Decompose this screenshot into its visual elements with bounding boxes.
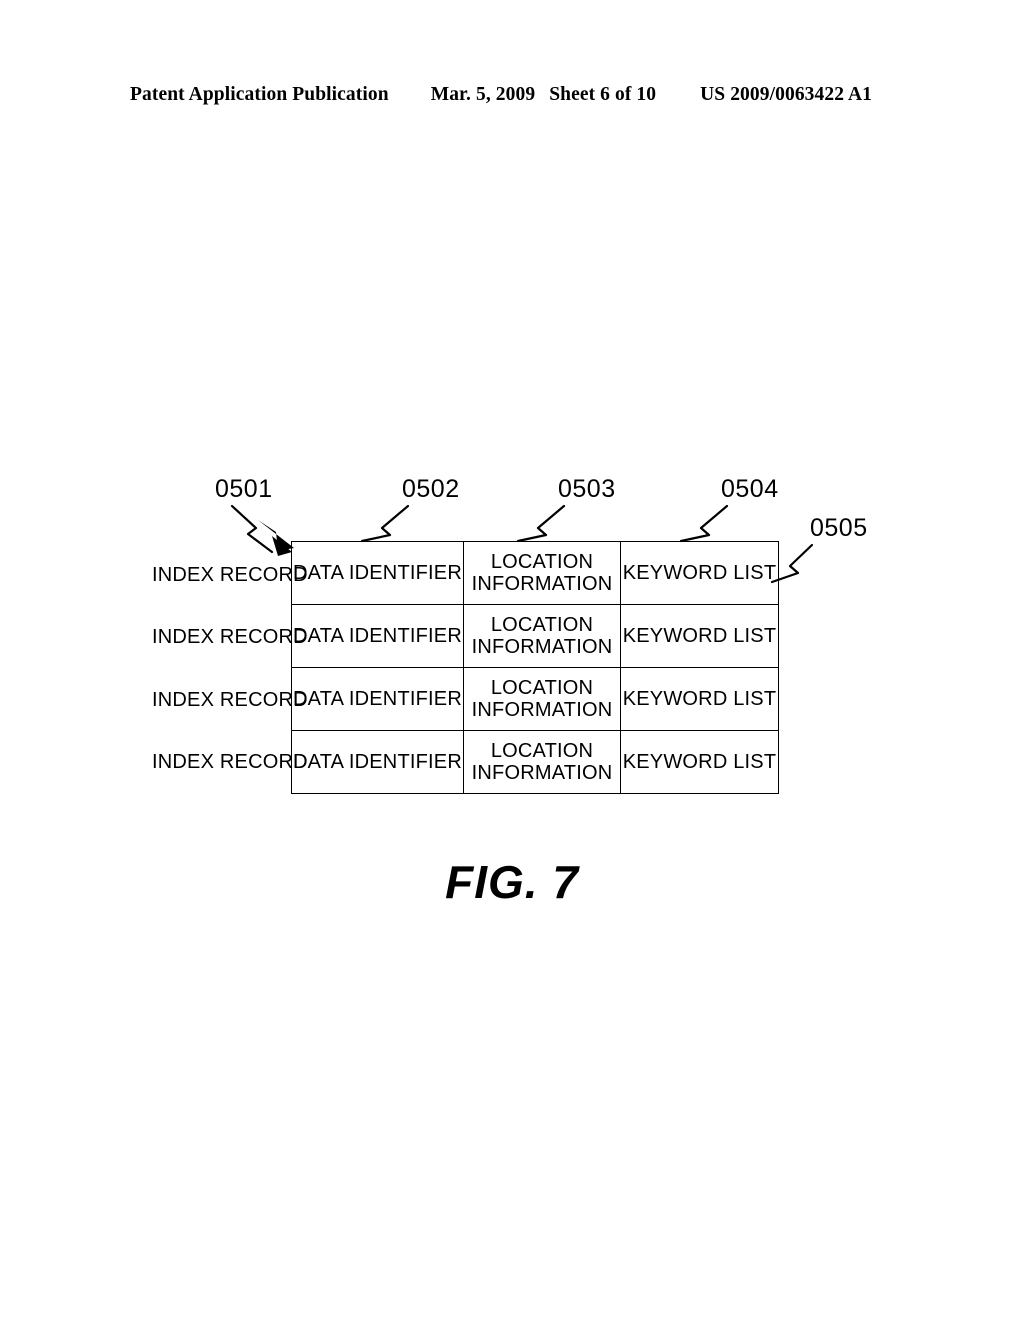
cell-data-identifier: DATA IDENTIFIER bbox=[291, 604, 464, 668]
cell-keyword-list: KEYWORD LIST bbox=[620, 604, 779, 668]
table-row: DATA IDENTIFIER LOCATION INFORMATION KEY… bbox=[291, 541, 779, 605]
location-line-2: INFORMATION bbox=[471, 573, 613, 595]
reference-numeral-0501: 0501 bbox=[215, 475, 273, 503]
reference-numeral-0504: 0504 bbox=[721, 475, 779, 503]
cell-location-information: LOCATION INFORMATION bbox=[463, 730, 621, 794]
leader-0501-arrow bbox=[230, 504, 294, 556]
location-line-1: LOCATION bbox=[490, 550, 594, 573]
cell-data-identifier: DATA IDENTIFIER bbox=[291, 730, 464, 794]
location-line-1: LOCATION bbox=[490, 613, 594, 636]
cell-keyword-list: KEYWORD LIST bbox=[620, 667, 779, 731]
table-row: DATA IDENTIFIER LOCATION INFORMATION KEY… bbox=[291, 604, 779, 668]
reference-numeral-0502: 0502 bbox=[402, 475, 460, 503]
location-line-1: LOCATION bbox=[490, 739, 594, 762]
cell-location-information: LOCATION INFORMATION bbox=[463, 667, 621, 731]
cell-location-information: LOCATION INFORMATION bbox=[463, 541, 621, 605]
cell-keyword-list: KEYWORD LIST bbox=[620, 541, 779, 605]
row-label-index-record-4: INDEX RECORD bbox=[152, 751, 308, 773]
figure-caption: FIG. 7 bbox=[445, 856, 579, 908]
figure-7: 0501 0502 0503 0504 0505 INDEX RECORD IN… bbox=[0, 0, 1024, 1320]
location-line-2: INFORMATION bbox=[471, 636, 613, 658]
leader-0503 bbox=[516, 504, 566, 543]
location-line-2: INFORMATION bbox=[471, 762, 613, 784]
cell-data-identifier: DATA IDENTIFIER bbox=[291, 667, 464, 731]
row-label-index-record-2: INDEX RECORD bbox=[152, 626, 308, 648]
leader-0502 bbox=[360, 504, 410, 543]
reference-numeral-0505: 0505 bbox=[810, 514, 868, 542]
cell-data-identifier: DATA IDENTIFIER bbox=[291, 541, 464, 605]
row-label-index-record-3: INDEX RECORD bbox=[152, 689, 308, 711]
row-label-index-record-1: INDEX RECORD bbox=[152, 564, 308, 586]
leader-0504 bbox=[679, 504, 729, 543]
cell-location-information: LOCATION INFORMATION bbox=[463, 604, 621, 668]
reference-numeral-0503: 0503 bbox=[558, 475, 616, 503]
table-row: DATA IDENTIFIER LOCATION INFORMATION KEY… bbox=[291, 667, 779, 731]
table-row: DATA IDENTIFIER LOCATION INFORMATION KEY… bbox=[291, 730, 779, 794]
cell-keyword-list: KEYWORD LIST bbox=[620, 730, 779, 794]
location-line-2: INFORMATION bbox=[471, 699, 613, 721]
location-line-1: LOCATION bbox=[490, 676, 594, 699]
index-record-table: DATA IDENTIFIER LOCATION INFORMATION KEY… bbox=[291, 541, 779, 794]
